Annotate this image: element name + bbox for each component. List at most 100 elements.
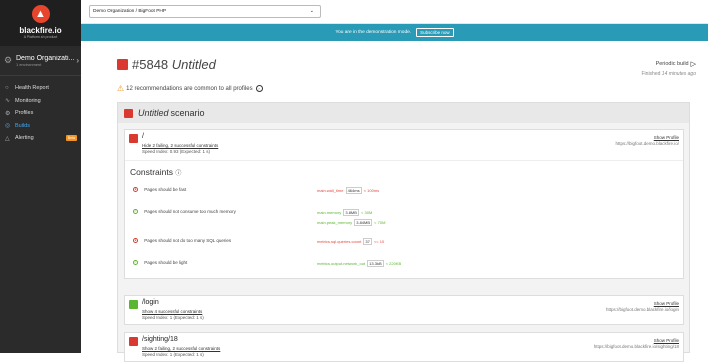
sidebar-item-monitoring[interactable]: ∿ Monitoring	[0, 95, 81, 108]
sidebar-item-alerting[interactable]: △ Alerting Beta	[0, 132, 81, 145]
metric-threshold: <= 10	[373, 239, 385, 244]
constraint-expression: main.peak_memory 3.84MB < 70M	[317, 219, 386, 226]
constraint-label: Pages should not do too many SQL queries	[144, 238, 232, 243]
step-path: /sighting/18	[142, 336, 178, 343]
metric-threshold: < 30M	[361, 210, 373, 215]
metric-value: 37	[363, 238, 372, 245]
metric-threshold: < 100ms	[363, 188, 380, 193]
metric-name: main.wall_time	[317, 188, 344, 193]
gear-icon: ⚙	[5, 110, 11, 117]
recommendations-text: 12 recommendations are common to all pro…	[126, 85, 253, 92]
constraint-expression: metrics.output.network_out 13.3kB < 220K…	[317, 260, 402, 267]
check-status-icon: ✓	[133, 209, 138, 215]
metric-threshold: < 220KB	[385, 261, 402, 266]
main-content: #5848 Untitled Periodic build ▷ Finished…	[81, 41, 708, 362]
step-status-indicator	[129, 337, 138, 346]
constraint-row: ● Pages should be fast	[133, 187, 187, 193]
constraint-label: Pages should be light	[144, 260, 188, 265]
check-status-icon: ✓	[133, 260, 138, 266]
bell-icon: △	[5, 135, 10, 142]
sidebar-item-label: Health Report	[15, 85, 49, 92]
metric-value: 464ms	[345, 187, 362, 194]
sidebar-item-profiles[interactable]: ⚙ Profiles	[0, 107, 81, 120]
org-project-select[interactable]: Demo Organization / BigFoot PHP ⌄	[89, 5, 321, 18]
demo-mode-banner: You are in the demonstration mode. Subsc…	[81, 24, 708, 41]
page-title: #5848 Untitled	[132, 57, 216, 72]
chevron-down-icon: ⌄	[309, 8, 314, 14]
fail-status-icon: ●	[133, 238, 138, 244]
constraint-row: ● Pages should not do too many SQL queri…	[133, 238, 232, 244]
constraint-row: ✓ Pages should not consume too much memo…	[133, 209, 236, 215]
constraint-row: ✓ Pages should be light	[133, 260, 188, 266]
org-env-count: 1 environment	[16, 61, 42, 67]
brand-name: blackfire.io	[19, 26, 62, 35]
beta-badge: Beta	[65, 135, 77, 142]
brand-logo[interactable]: ▲ blackfire.io A Platform.sh product	[0, 0, 81, 46]
speed-index: Speed Index: 0.93 (Expected: 1 s)	[142, 149, 211, 154]
scenario-step-card: /sighting/18 Show 2 failing, 2 successfu…	[124, 332, 684, 362]
org-switcher[interactable]: ⚙ Demo Organizati... 1 environment ›	[0, 46, 81, 76]
step-url: https://bigfoot.demo.blackfire.io/login	[605, 307, 679, 312]
scenario-panel: Untitled scenario / Hide 2 failing, 2 su…	[117, 102, 690, 362]
constraints-section: Constraints ⓘ ● Pages should be fast mai…	[125, 160, 683, 278]
builds-icon: ◎	[5, 123, 11, 130]
metric-name: main.peak_memory	[317, 220, 353, 225]
info-icon: ⓘ	[175, 171, 182, 177]
constraint-label: Pages should be fast	[144, 187, 187, 192]
top-bar: Demo Organization / BigFoot PHP ⌄	[81, 0, 708, 24]
metric-name: main.memory	[317, 210, 342, 215]
step-path: /login	[142, 299, 159, 306]
toggle-constraints-link[interactable]: Show 2 failing, 2 successful constraints	[142, 346, 220, 351]
step-status-indicator	[129, 300, 138, 309]
periodic-build-label: Periodic build	[655, 61, 689, 67]
sidebar-item-label: Profiles	[15, 110, 34, 117]
sidebar-item-label: Alerting	[15, 135, 34, 142]
scenario-suffix: scenario	[170, 108, 205, 118]
step-url: https://bigfoot.demo.blackfire.io/	[615, 141, 679, 146]
scenario-step-card: / Hide 2 failing, 2 successful constrain…	[124, 129, 684, 279]
build-status-indicator	[117, 59, 128, 70]
subscribe-button[interactable]: Subscribe now	[416, 28, 454, 37]
sidebar-item-label: Monitoring	[15, 97, 41, 104]
org-project-select-value: Demo Organization / BigFoot PHP	[93, 9, 167, 14]
show-profile-link[interactable]: Show Profile	[654, 301, 679, 306]
demo-mode-text: You are in the demonstration mode.	[335, 30, 412, 35]
org-name: Demo Organizati...	[16, 54, 75, 62]
build-header: #5848 Untitled	[117, 57, 216, 72]
brand-tagline: A Platform.sh product	[23, 35, 58, 39]
toggle-constraints-link[interactable]: Show 4 successful constraints	[142, 309, 202, 314]
show-profile-link[interactable]: Show Profile	[654, 135, 679, 140]
metric-name: metrics.sql.queries.count	[317, 239, 362, 244]
constraint-expression: main.memory 3.8MB < 30M	[317, 209, 373, 216]
scenario-status-indicator	[124, 108, 133, 118]
metric-value: 3.8MB	[343, 209, 359, 216]
constraint-label: Pages should not consume too much memory	[144, 209, 236, 214]
recommendations-summary: ⚠ 12 recommendations are common to all p…	[117, 84, 263, 93]
speed-index: Speed Index: 1 (Expected: 1 s)	[142, 315, 204, 320]
constraint-expression: main.wall_time 464ms < 100ms	[317, 187, 380, 194]
sidebar: ▲ blackfire.io A Platform.sh product ⚙ D…	[0, 0, 81, 353]
step-url: https://bigfoot.demo.blackfire.io/sighti…	[593, 344, 679, 349]
metric-threshold: < 70M	[374, 220, 386, 225]
step-path: /	[142, 133, 144, 140]
org-icon: ⚙	[4, 55, 13, 65]
metric-value: 13.3kB	[367, 260, 384, 267]
periodic-build-link[interactable]: Periodic build ▷	[656, 60, 696, 68]
scenario-name: Untitled	[138, 108, 169, 118]
pulse-icon: ∿	[5, 98, 11, 105]
scenario-step-card: /login Show 4 successful constraints Spe…	[124, 295, 684, 325]
fail-status-icon: ●	[133, 187, 138, 193]
shield-icon: ○	[5, 85, 9, 92]
constraint-expression: metrics.sql.queries.count 37 <= 10	[317, 238, 385, 245]
sidebar-item-builds[interactable]: ◎ Builds	[0, 120, 81, 133]
metric-name: metrics.output.network_out	[317, 261, 366, 266]
build-finished-time: Finished 14 minutes ago	[641, 71, 697, 77]
scenario-header: Untitled scenario	[118, 103, 689, 123]
sidebar-item-label: Builds	[15, 122, 30, 129]
arrow-right-icon[interactable]: ›	[255, 85, 263, 92]
toggle-constraints-link[interactable]: Hide 2 failing, 2 successful constraints	[142, 143, 218, 148]
constraints-title: Constraints ⓘ	[130, 167, 182, 177]
show-profile-link[interactable]: Show Profile	[654, 338, 679, 343]
flame-icon: ▲	[31, 5, 50, 23]
sidebar-item-health-report[interactable]: ○ Health Report	[0, 82, 81, 95]
